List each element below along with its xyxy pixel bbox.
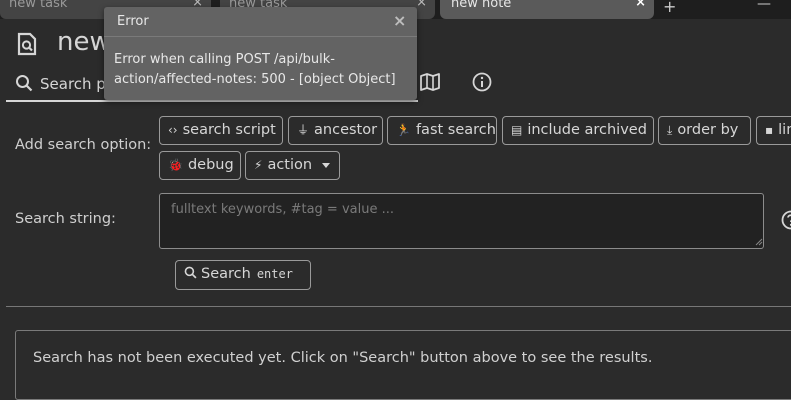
filter-icon: ⏚ [297, 117, 309, 144]
tab-close-icon[interactable]: × [416, 0, 427, 8]
order-by-button[interactable]: ⤓ order by [658, 116, 751, 145]
note-map-icon[interactable] [419, 72, 441, 92]
toast-close-icon[interactable]: × [393, 11, 406, 30]
limit-button[interactable]: ▪ limit [756, 116, 791, 145]
button-label: order by [677, 122, 738, 138]
toast-message: Error when calling POST /api/bulk-action… [114, 50, 410, 90]
resize-handle-icon[interactable] [755, 238, 763, 246]
add-search-option-label: Add search option: [15, 137, 151, 153]
toast-title: Error [117, 14, 149, 29]
search-icon [184, 266, 197, 279]
lightning-icon: ⚡ [254, 152, 262, 179]
error-toast: Error × Error when calling POST /api/bul… [104, 7, 417, 100]
new-tab-button[interactable]: + [663, 0, 676, 16]
info-icon[interactable] [472, 72, 492, 92]
section-divider [6, 306, 791, 307]
help-icon[interactable] [781, 210, 791, 230]
tab-label: new note [451, 0, 654, 9]
code-icon: ‹› [168, 117, 178, 144]
button-label: debug [188, 157, 234, 173]
caret-down-icon [322, 163, 330, 168]
ribbon-active-underline [6, 100, 418, 102]
archive-icon: ▤ [511, 117, 522, 144]
button-label: action [267, 157, 312, 173]
sort-icon: ⤓ [667, 117, 672, 144]
note-search-icon[interactable] [16, 32, 38, 56]
include-archived-button[interactable]: ▤ include archived [502, 116, 654, 145]
search-string-label: Search string: [15, 211, 116, 227]
action-dropdown-button[interactable]: ⚡ action [245, 151, 340, 180]
search-shortcut: enter [257, 267, 293, 281]
debug-button[interactable]: 🐞 debug [159, 151, 241, 180]
button-label: fast search [416, 122, 496, 138]
button-label: include archived [527, 122, 647, 138]
tab-new-note[interactable]: new note × [440, 0, 654, 19]
button-label: ancestor [314, 122, 377, 138]
search-script-button[interactable]: ‹› search script [159, 116, 283, 145]
limit-icon: ▪ [765, 117, 773, 144]
button-label: limit [778, 122, 791, 138]
fast-search-button[interactable]: 🏃 fast search [387, 116, 497, 145]
ancestor-button[interactable]: ⏚ ancestor [288, 116, 383, 145]
button-label: search script [183, 122, 276, 138]
bug-icon: 🐞 [168, 152, 183, 179]
toast-header [104, 7, 417, 37]
search-button-label: Search [201, 266, 251, 282]
search-string-input[interactable]: fulltext keywords, #tag = value ... [159, 193, 764, 249]
results-message: Search has not been executed yet. Click … [33, 350, 652, 366]
run-icon: 🏃 [396, 117, 411, 144]
tab-close-icon[interactable]: × [635, 0, 646, 8]
search-button[interactable]: Search enter [175, 260, 311, 290]
search-icon[interactable] [15, 74, 33, 92]
minimize-button[interactable]: — [757, 0, 771, 12]
